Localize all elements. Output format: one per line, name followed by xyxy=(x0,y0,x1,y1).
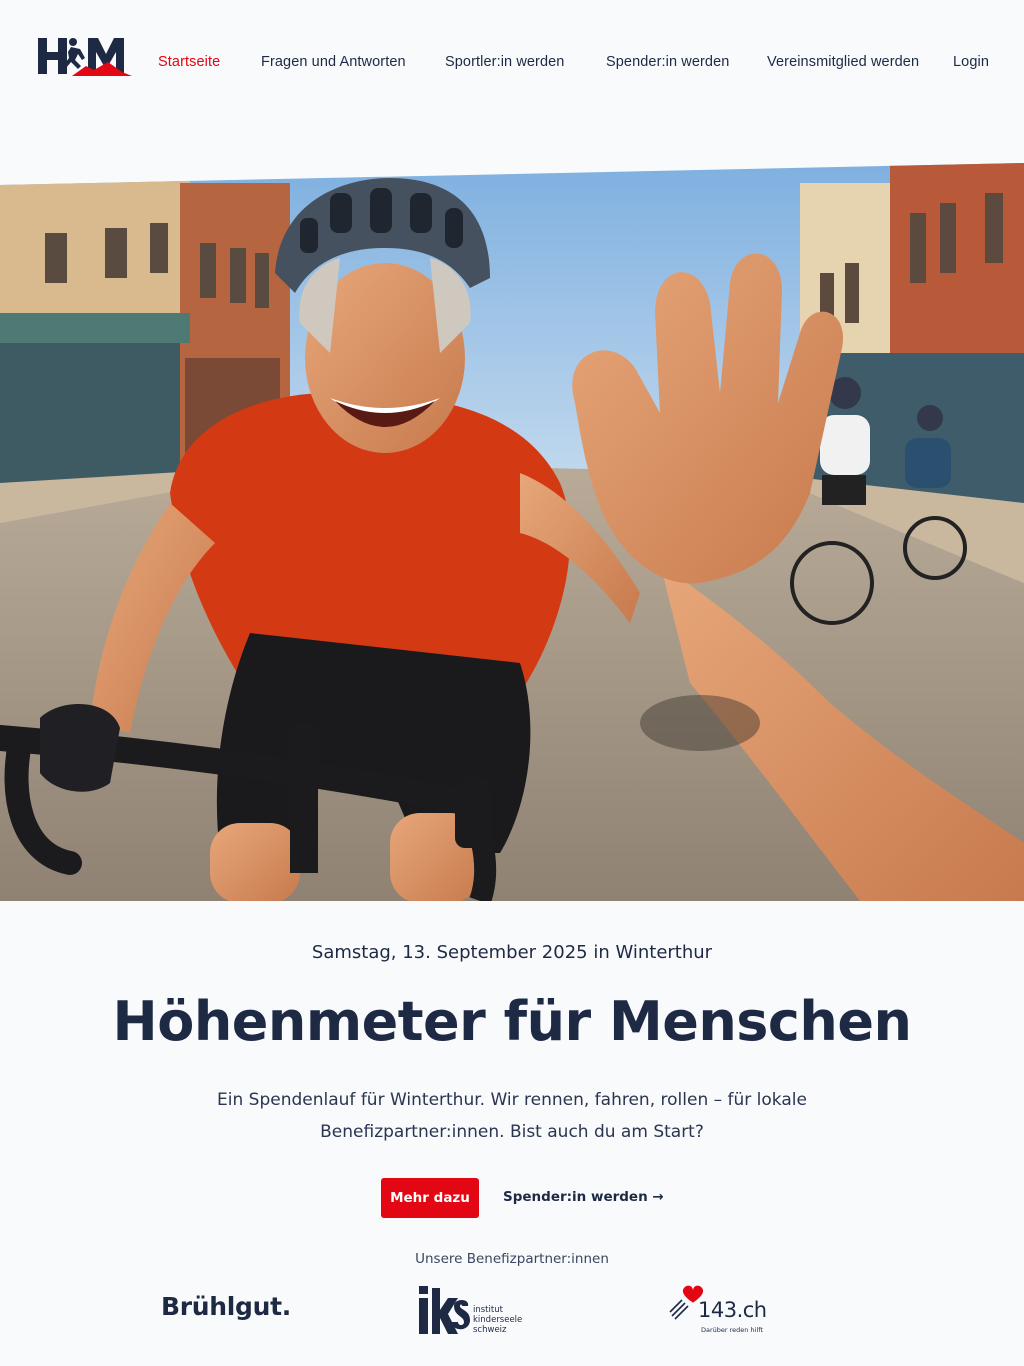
event-date: Samstag, 13. September 2025 in Winterthu… xyxy=(311,942,713,963)
partner-143-name: 143.ch xyxy=(698,1298,767,1322)
nav-item-spender-werden[interactable]: Spender:in werden xyxy=(606,54,729,70)
mehr-dazu-button[interactable]: Mehr dazu xyxy=(381,1178,479,1218)
partner-logo-bruehlgut[interactable]: Brühlgut. xyxy=(161,1292,291,1321)
site-header: Startseite Fragen und Antworten Sportler… xyxy=(0,0,1024,130)
main-nav: Startseite Fragen und Antworten Sportler… xyxy=(0,54,1024,76)
hero-lead-text: Ein Spendenlauf für Winterthur. Wir renn… xyxy=(217,1090,807,1142)
partner-logo-143ch[interactable]: 143.ch Darüber reden hilft xyxy=(668,1284,778,1339)
nav-item-vereinsmitglied-werden[interactable]: Vereinsmitglied werden xyxy=(767,54,919,70)
partner-143-tagline: Darüber reden hilft xyxy=(701,1326,763,1334)
spender-werden-link[interactable]: Spender:in werden → xyxy=(503,1189,664,1205)
page-title: Höhenmeter für Menschen xyxy=(112,990,912,1053)
iks-logo-mark xyxy=(419,1286,470,1334)
hero-image xyxy=(0,163,1024,901)
nav-item-fragen-und-antworten[interactable]: Fragen und Antworten xyxy=(261,54,406,70)
partner-logo-iks[interactable]: institut kinderseele schweiz xyxy=(418,1286,538,1336)
nav-item-login[interactable]: Login xyxy=(953,54,989,70)
nav-item-sportler-werden[interactable]: Sportler:in werden xyxy=(445,54,564,70)
iks-wordmark: institut kinderseele schweiz xyxy=(473,1305,523,1335)
nav-item-startseite[interactable]: Startseite xyxy=(158,54,220,70)
partners-heading: Unsere Benefizpartner:innen xyxy=(415,1251,609,1267)
